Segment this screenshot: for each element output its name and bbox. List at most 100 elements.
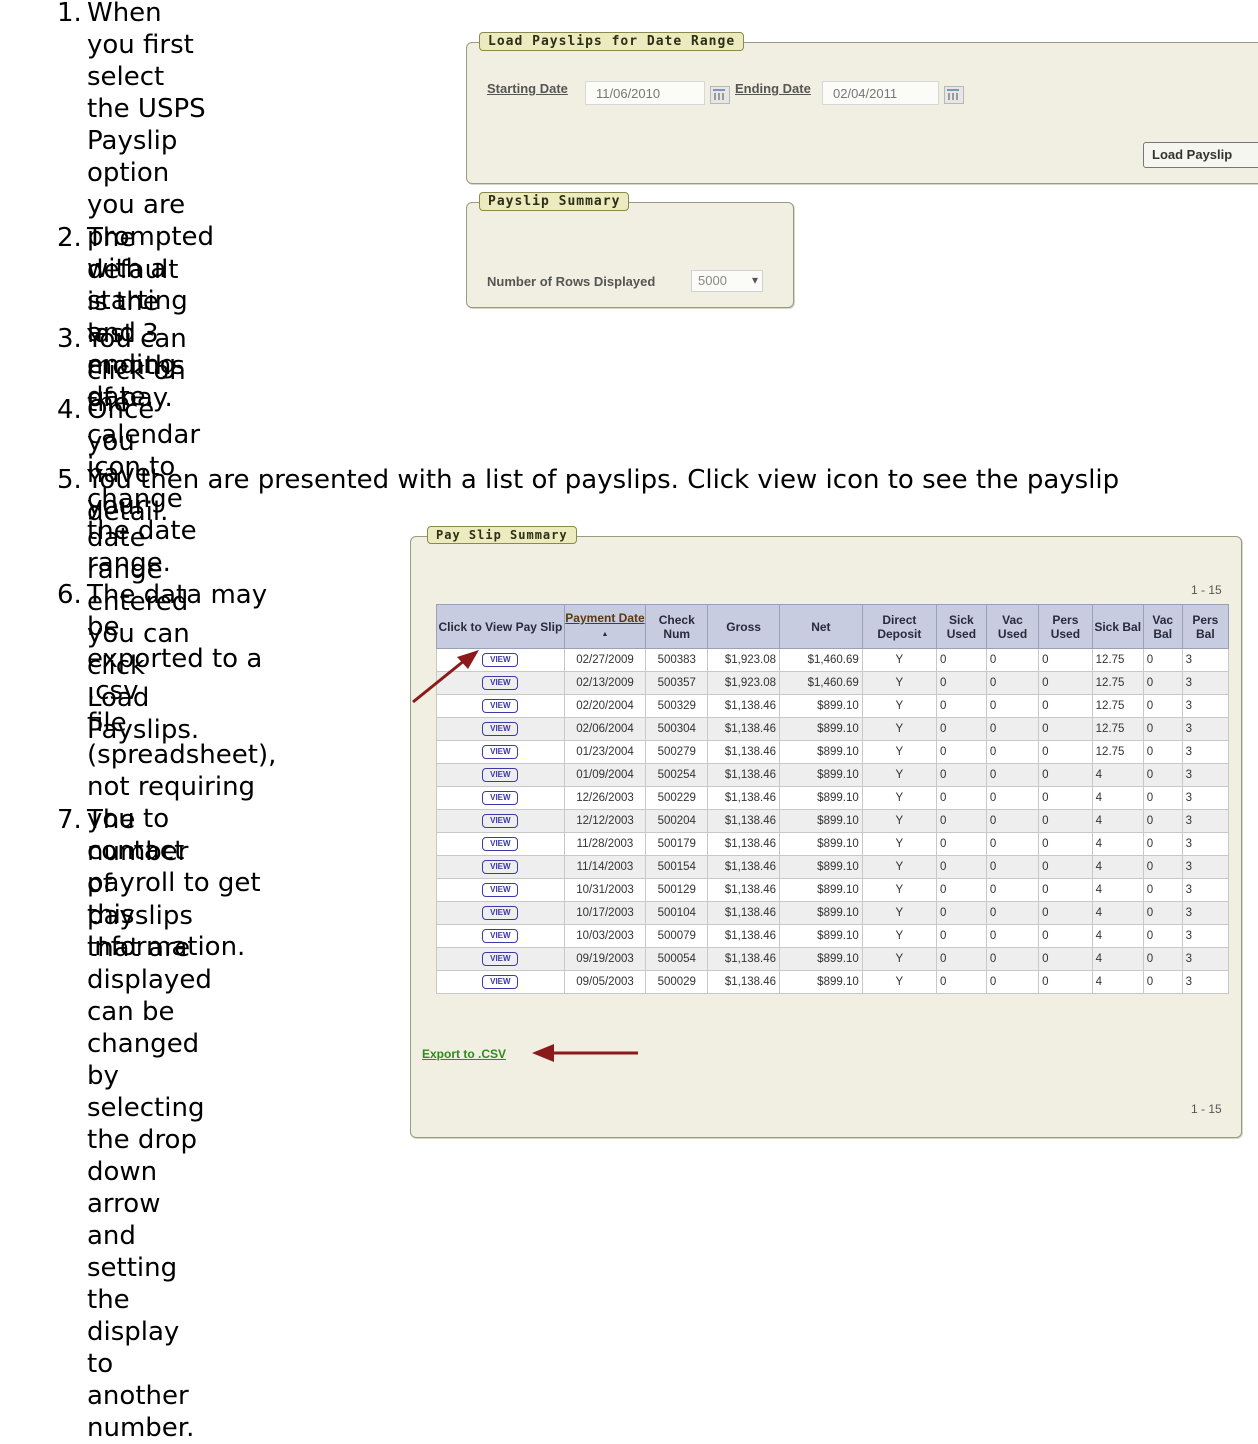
table-cell: $1,138.46 [707, 809, 781, 833]
table-cell: Y [861, 901, 937, 925]
table-cell: 12.75 [1091, 740, 1144, 764]
table-cell: $899.10 [779, 717, 863, 741]
table-cell: 0 [935, 717, 987, 741]
table-row: VIEW 02/06/2004 500304 $1,138.46 $899.10 Y 0 0 0… [436, 717, 1230, 741]
view-payslip-icon[interactable]: VIEW [482, 653, 519, 667]
table-cell: 0 [1038, 855, 1093, 879]
table-cell: 0 [1142, 855, 1183, 879]
table-row: VIEW 12/26/2003 500229 $1,138.46 $899.10 Y 0 0 0… [436, 786, 1230, 810]
table-cell: 0 [1038, 901, 1093, 925]
load-payslips-panel: Load Payslips for Date Range Starting Da… [466, 32, 1258, 184]
table-cell: 12/12/2003 [563, 809, 647, 833]
view-payslip-icon[interactable]: VIEW [482, 699, 519, 713]
table-row: VIEW 09/19/2003 500054 $1,138.46 $899.10 Y 0 0 0… [436, 947, 1230, 971]
starting-date-calendar-icon[interactable] [710, 86, 730, 104]
table-cell: 12/26/2003 [563, 786, 647, 810]
table-cell: 500054 [645, 947, 709, 971]
table-cell: 500204 [645, 809, 709, 833]
table-cell: Y [861, 809, 937, 833]
starting-date-label: Starting Date [487, 81, 568, 96]
view-payslip-icon[interactable]: VIEW [482, 676, 519, 690]
view-payslip-icon[interactable]: VIEW [482, 906, 519, 920]
view-payslip-icon[interactable]: VIEW [482, 975, 519, 989]
view-payslip-icon[interactable]: VIEW [482, 837, 519, 851]
table-row: VIEW 02/27/2009 500383 $1,923.08 $1,460.69 Y 0… [436, 648, 1230, 672]
view-payslip-icon[interactable]: VIEW [482, 722, 519, 736]
view-cell: VIEW [436, 717, 565, 741]
table-cell: 01/09/2004 [563, 763, 647, 787]
ending-date-calendar-icon[interactable] [944, 86, 964, 104]
table-cell: 10/17/2003 [563, 901, 647, 925]
starting-date-input[interactable]: 11/06/2010 [585, 81, 705, 105]
rows-displayed-label: Number of Rows Displayed [487, 274, 656, 289]
table-cell: 0 [1142, 832, 1183, 856]
load-payslips-button[interactable]: Load Payslip [1143, 142, 1258, 168]
table-cell: $899.10 [779, 901, 863, 925]
table-cell: $1,138.46 [707, 786, 781, 810]
view-payslip-icon[interactable]: VIEW [482, 768, 519, 782]
table-cell: 0 [935, 947, 987, 971]
export-csv-link[interactable]: Export to .CSV [422, 1047, 506, 1061]
table-cell: $1,138.46 [707, 740, 781, 764]
table-cell: 500104 [645, 901, 709, 925]
table-cell: 12.75 [1091, 648, 1144, 672]
rows-displayed-value: 5000 [698, 273, 727, 288]
table-cell: 0 [1142, 740, 1183, 764]
view-payslip-icon[interactable]: VIEW [482, 883, 519, 897]
ending-date-input[interactable]: 02/04/2011 [822, 81, 939, 105]
table-cell: 3 [1181, 671, 1230, 695]
table-cell: 0 [985, 648, 1040, 672]
table-cell: 0 [1038, 740, 1093, 764]
table-cell: 02/20/2004 [563, 694, 647, 718]
header-click-to-view: Click to View Pay Slip [436, 604, 565, 649]
table-cell: $1,138.46 [707, 970, 781, 994]
header-payment-date[interactable]: Payment Date ▲ [563, 604, 647, 649]
table-cell: 3 [1181, 901, 1230, 925]
table-cell: 0 [985, 740, 1040, 764]
table-cell: 0 [935, 855, 987, 879]
view-payslip-icon[interactable]: VIEW [482, 745, 519, 759]
header-vac-used: Vac Used [985, 604, 1040, 649]
view-payslip-icon[interactable]: VIEW [482, 860, 519, 874]
view-payslip-icon[interactable]: VIEW [482, 952, 519, 966]
step-line: You then are presented with a list of pa… [87, 465, 1120, 495]
table-cell: $1,138.46 [707, 947, 781, 971]
range-indicator-bottom: 1 - 15 [1191, 1102, 1222, 1116]
table-cell: 0 [1038, 809, 1093, 833]
table-cell: 500079 [645, 924, 709, 948]
table-cell: 3 [1181, 809, 1230, 833]
header-direct-deposit: Direct Deposit [861, 604, 937, 649]
view-cell: VIEW [436, 855, 565, 879]
table-cell: $899.10 [779, 694, 863, 718]
table-cell: 3 [1181, 924, 1230, 948]
table-row: VIEW 10/17/2003 500104 $1,138.46 $899.10 Y 0 0 0… [436, 901, 1230, 925]
ending-date-label: Ending Date [735, 81, 811, 96]
header-gross: Gross [707, 604, 781, 649]
table-cell: 0 [985, 878, 1040, 902]
table-cell: 0 [935, 809, 987, 833]
table-cell: 0 [1038, 671, 1093, 695]
table-cell: 3 [1181, 740, 1230, 764]
table-cell: 4 [1091, 832, 1144, 856]
table-cell: 0 [985, 809, 1040, 833]
step-number: 2. [57, 223, 82, 253]
view-cell: VIEW [436, 832, 565, 856]
step-number: 1. [57, 0, 82, 28]
table-cell: 11/14/2003 [563, 855, 647, 879]
rows-displayed-select[interactable]: 5000 ▾ [691, 270, 763, 292]
table-cell: Y [861, 694, 937, 718]
table-row: VIEW 09/05/2003 500029 $1,138.46 $899.10 Y 0 0 0… [436, 970, 1230, 994]
view-payslip-icon[interactable]: VIEW [482, 929, 519, 943]
view-payslip-icon[interactable]: VIEW [482, 791, 519, 805]
table-cell: 0 [935, 694, 987, 718]
table-row: VIEW 02/20/2004 500329 $1,138.46 $899.10 Y 0 0 0… [436, 694, 1230, 718]
view-payslip-icon[interactable]: VIEW [482, 814, 519, 828]
table-cell: 0 [1142, 878, 1183, 902]
table-cell: 500154 [645, 855, 709, 879]
chevron-down-icon[interactable]: ▾ [752, 273, 758, 287]
table-cell: 3 [1181, 855, 1230, 879]
table-cell: 4 [1091, 924, 1144, 948]
table-cell: 12.75 [1091, 671, 1144, 695]
step-line: detail. [87, 497, 169, 527]
payment-date-sort-link[interactable]: Payment Date [565, 611, 644, 625]
